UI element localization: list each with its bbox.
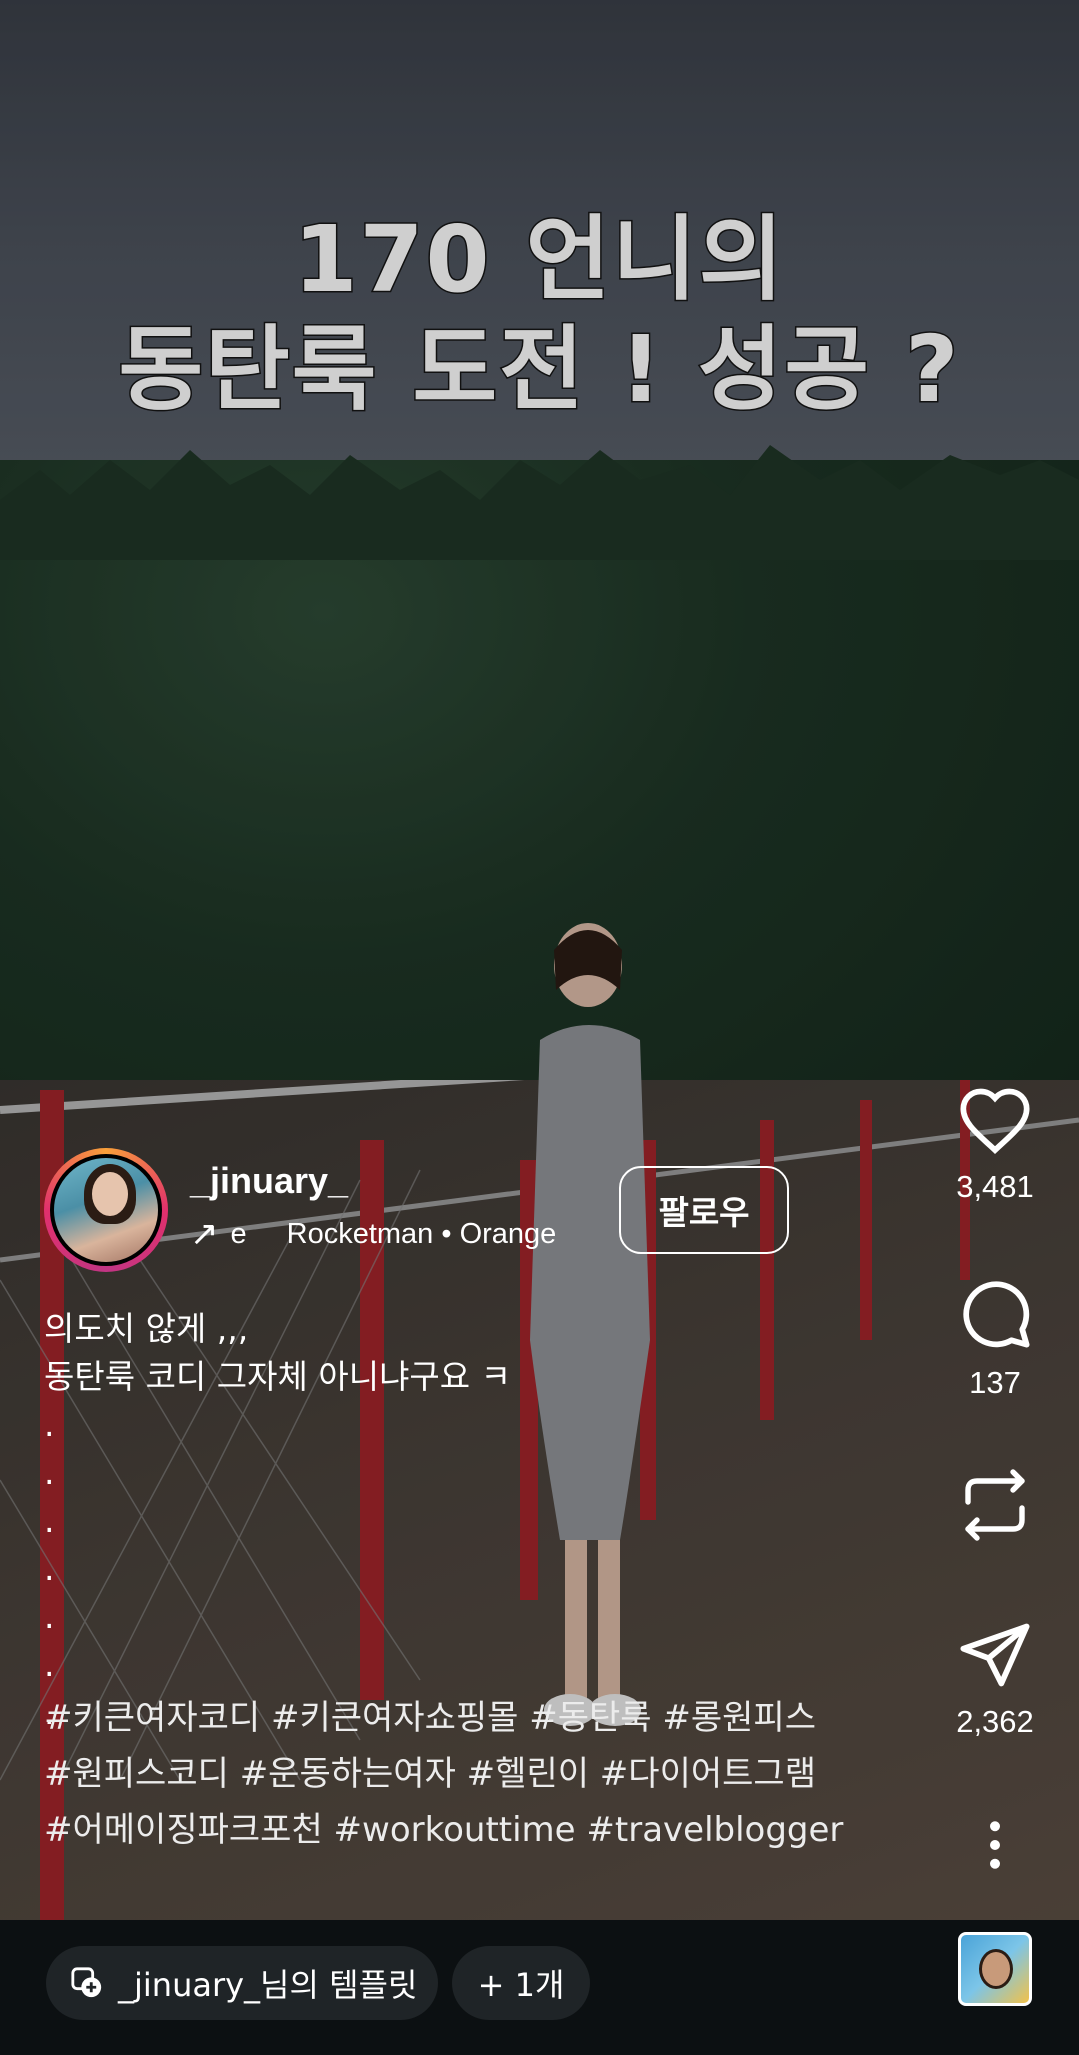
video-headline: 170 언니의 동탄룩 도전 ! 성공 ? [0, 205, 1079, 425]
comment-button[interactable]: 137 [940, 1275, 1050, 1401]
music-track: Rocketman • Orange [286, 1217, 557, 1250]
like-button[interactable]: 3,481 [940, 1085, 1050, 1205]
headline-line-2: 동탄룩 도전 ! 성공 ? [117, 315, 961, 425]
avatar-face [92, 1172, 128, 1216]
arrow-up-right-icon: ↗ [190, 1215, 219, 1253]
caption-line-1: 의도치 않게 ,,, [44, 1309, 249, 1348]
username[interactable]: _jinuary_ [190, 1160, 348, 1202]
repost-icon [965, 1469, 1025, 1541]
caption-dot: . [44, 1501, 55, 1540]
hashtag-line-1: #키큰여자코디 #키큰여자쇼핑몰 #동탄룩 #롱원피스 [44, 1698, 816, 1738]
template-label: _jinuary_님의 템플릿 [118, 1966, 418, 2004]
more-vertical-icon [990, 1821, 1000, 1869]
share-count: 2,362 [956, 1704, 1034, 1739]
story-ring[interactable] [44, 1148, 168, 1272]
comment-count: 137 [969, 1365, 1021, 1400]
template-add-icon [71, 1967, 102, 1998]
caption-dot: . [44, 1645, 55, 1684]
caption[interactable]: 의도치 않게 ,,, 동탄룩 코디 그자체 아니냐구요 ㅋ . . . . . … [44, 1305, 904, 1737]
caption-dot: . [44, 1405, 55, 1444]
comment-icon [963, 1281, 1030, 1348]
template-button[interactable]: _jinuary_님의 템플릿 [46, 1946, 438, 2020]
hashtag-line-3: #어메이징파크포천 #workouttime #travelblogger [44, 1810, 844, 1850]
more-templates-button[interactable]: + 1개 [452, 1946, 590, 2020]
bottom-bar: _jinuary_님의 템플릿 + 1개 [0, 1920, 1079, 2055]
heart-icon [960, 1088, 1030, 1154]
caption-dot: . [44, 1549, 55, 1588]
author-row: _jinuary_ ↗ e Rocketman • Orange 팔로우 [44, 1148, 804, 1272]
caption-dot: . [44, 1597, 55, 1636]
thumbnail-face [979, 1949, 1013, 1989]
send-icon [960, 1623, 1030, 1687]
avatar [50, 1154, 162, 1266]
hashtag-line-2: #원피스코디 #운동하는여자 #헬린이 #다이어트그램 [44, 1754, 816, 1794]
like-count: 3,481 [956, 1169, 1034, 1204]
repost-button[interactable] [940, 1465, 1050, 1545]
more-button[interactable] [940, 1820, 1050, 1870]
audio-thumbnail[interactable] [958, 1932, 1032, 2006]
caption-line-2: 동탄룩 코디 그자체 아니냐구요 ㅋ [44, 1357, 511, 1396]
hashtags[interactable]: #키큰여자코디 #키큰여자쇼핑몰 #동탄룩 #롱원피스 #원피스코디 #운동하는… [44, 1690, 924, 1858]
caption-dot: . [44, 1453, 55, 1492]
follow-button[interactable]: 팔로우 [619, 1166, 789, 1254]
music-prefix: e [230, 1217, 247, 1250]
music-info[interactable]: ↗ e Rocketman • Orange [190, 1214, 640, 1254]
share-button[interactable]: 2,362 [940, 1620, 1050, 1740]
headline-line-1: 170 언니의 [292, 205, 786, 315]
